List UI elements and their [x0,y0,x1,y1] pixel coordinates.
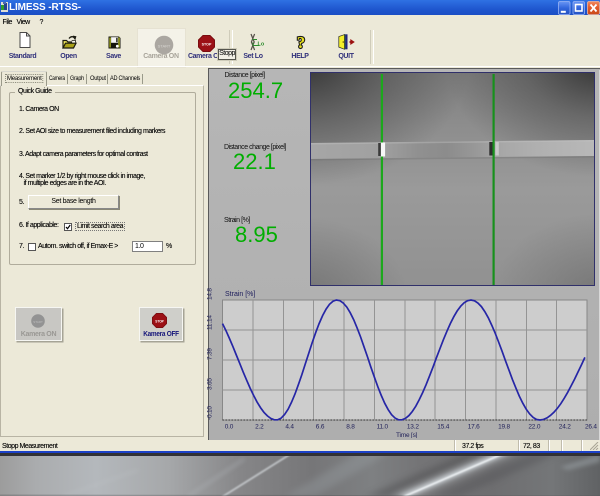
svg-text:?: ? [297,34,305,51]
svg-text:26.4: 26.4 [585,424,597,431]
svg-text:0.0: 0.0 [225,424,234,431]
svg-text:24.2: 24.2 [559,424,571,431]
svg-text:11.0: 11.0 [377,424,389,431]
svg-text:Strain [%]: Strain [%] [225,291,255,298]
svg-text:13.2: 13.2 [407,424,419,431]
svg-text:STOP: STOP [202,43,212,47]
svg-text:Lo: Lo [258,42,265,48]
svg-text:19.8: 19.8 [498,424,510,431]
svg-text:-0.10: -0.10 [207,406,214,420]
svg-text:7.39: 7.39 [207,348,214,360]
svg-text:Time [s]: Time [s] [396,432,418,438]
svg-text:15.4: 15.4 [437,424,449,431]
svg-text:START: START [33,319,43,323]
svg-text:6.6: 6.6 [316,424,325,431]
svg-text:START: START [157,43,170,48]
svg-text:8.8: 8.8 [346,424,355,431]
svg-text:17.6: 17.6 [468,424,480,431]
svg-text:22.0: 22.0 [528,424,540,431]
svg-text:STOP: STOP [155,319,164,323]
svg-text:14.89: 14.89 [207,288,214,300]
svg-text:3.65: 3.65 [207,378,214,390]
svg-text:11.14: 11.14 [207,315,214,330]
svg-text:4.4: 4.4 [285,424,294,431]
svg-text:2.2: 2.2 [255,424,264,431]
